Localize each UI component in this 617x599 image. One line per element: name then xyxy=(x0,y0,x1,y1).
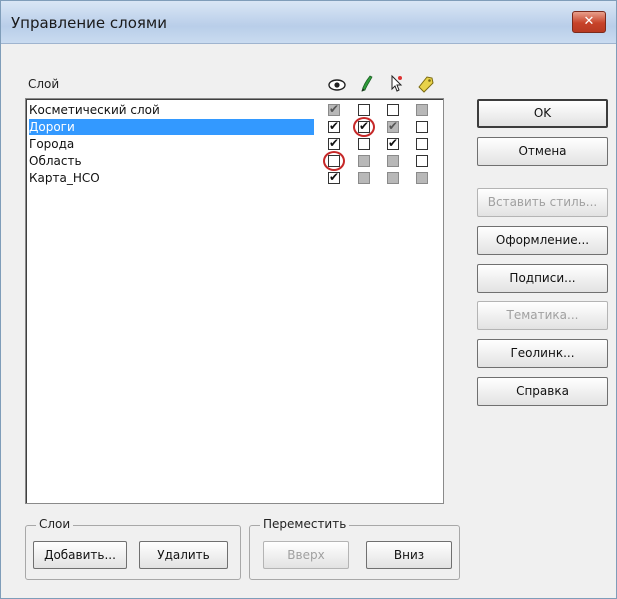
pencil-icon[interactable] xyxy=(356,73,376,95)
geolink-button[interactable]: Геолинк... xyxy=(477,339,608,368)
add-layer-button[interactable]: Добавить... xyxy=(33,541,127,569)
layer-list[interactable] xyxy=(25,98,444,504)
highlight-circle xyxy=(353,117,375,137)
layer-row[interactable]: Города xyxy=(29,136,74,152)
autolabel-checkbox[interactable] xyxy=(416,155,428,167)
selectable-checkbox[interactable]: ✔ xyxy=(387,119,399,133)
move-group-label: Переместить xyxy=(260,517,350,531)
title-bar[interactable]: Управление слоями ✕ xyxy=(1,1,616,44)
layer-name: Область xyxy=(29,154,82,168)
layer-row-selected[interactable]: Дороги xyxy=(29,119,314,135)
layer-column-header: Слой xyxy=(28,77,60,91)
thematic-button[interactable]: Тематика... xyxy=(477,301,608,330)
selectable-checkbox[interactable] xyxy=(387,155,399,167)
selectable-checkbox[interactable]: ✔ xyxy=(387,136,399,150)
autolabel-checkbox[interactable] xyxy=(416,121,428,133)
window-title: Управление слоями xyxy=(11,14,167,32)
editable-checkbox[interactable] xyxy=(358,172,370,184)
labels-button[interactable]: Подписи... xyxy=(477,264,608,293)
ok-button[interactable]: OK xyxy=(477,99,608,128)
move-up-button[interactable]: Вверх xyxy=(263,541,349,569)
layer-row[interactable]: Область xyxy=(29,153,82,169)
selectable-checkbox[interactable] xyxy=(387,104,399,116)
visible-checkbox[interactable]: ✔ xyxy=(328,102,340,116)
eye-icon[interactable] xyxy=(327,73,347,95)
tag-icon[interactable] xyxy=(415,73,435,95)
visible-checkbox[interactable]: ✔ xyxy=(328,136,340,150)
visible-checkbox[interactable]: ✔ xyxy=(328,170,340,184)
selectable-checkbox[interactable] xyxy=(387,172,399,184)
autolabel-checkbox[interactable] xyxy=(416,172,428,184)
layer-control-dialog: Управление слоями ✕ Слой Косметический с… xyxy=(0,0,617,599)
paste-style-button[interactable]: Вставить стиль... xyxy=(477,188,608,217)
cursor-star-icon[interactable] xyxy=(386,73,406,95)
visible-checkbox[interactable]: ✔ xyxy=(328,119,340,133)
layer-row[interactable]: Карта_НСО xyxy=(29,170,100,186)
move-down-button[interactable]: Вниз xyxy=(366,541,452,569)
editable-checkbox[interactable] xyxy=(358,138,370,150)
layer-name: Города xyxy=(29,137,75,151)
format-button[interactable]: Оформление... xyxy=(477,226,608,255)
layer-row[interactable]: Косметический слой xyxy=(29,102,160,118)
layers-group-label: Слои xyxy=(36,517,74,531)
delete-layer-button[interactable]: Удалить xyxy=(139,541,228,569)
highlight-circle xyxy=(323,151,345,171)
cancel-button[interactable]: Отмена xyxy=(477,137,608,166)
editable-checkbox[interactable] xyxy=(358,104,370,116)
layer-name: Косметический слой xyxy=(29,103,160,117)
autolabel-checkbox[interactable] xyxy=(416,104,428,116)
layer-name: Дороги xyxy=(29,120,75,134)
layer-name: Карта_НСО xyxy=(29,171,100,185)
close-button[interactable]: ✕ xyxy=(572,11,606,33)
editable-checkbox[interactable] xyxy=(358,155,370,167)
help-button[interactable]: Справка xyxy=(477,377,608,406)
autolabel-checkbox[interactable] xyxy=(416,138,428,150)
